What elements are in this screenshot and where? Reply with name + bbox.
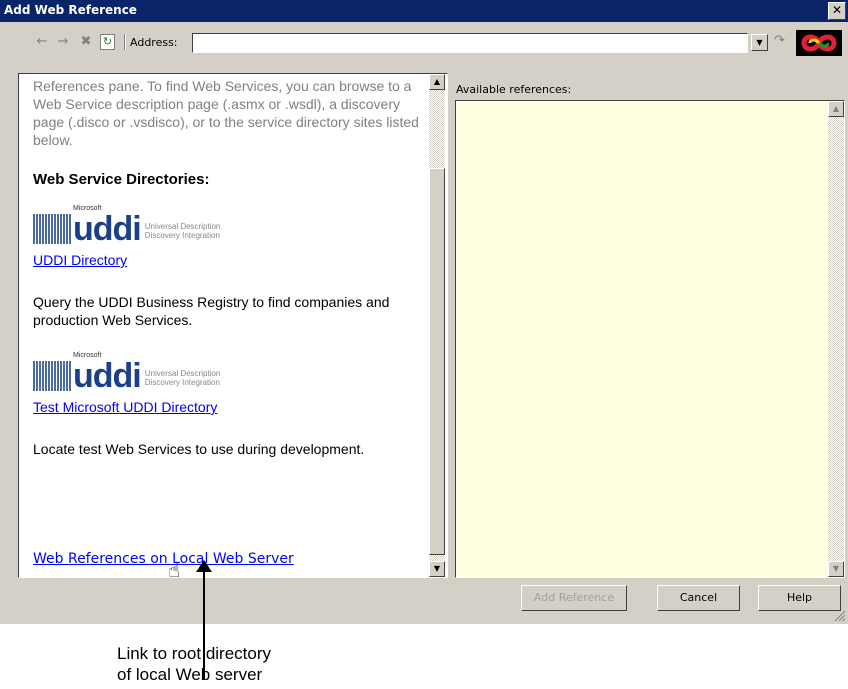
uddi-bars-icon bbox=[33, 214, 71, 244]
left-scrollbar[interactable]: ▲ ▼ bbox=[429, 74, 445, 577]
uddi-word: uddi bbox=[73, 357, 142, 395]
browser-pane[interactable]: References pane. To find Web Services, y… bbox=[18, 73, 448, 578]
chevron-down-icon[interactable]: ▼ bbox=[751, 34, 768, 51]
uddi-bars-icon bbox=[33, 361, 71, 391]
back-arrow-icon[interactable]: ← bbox=[34, 34, 50, 50]
title-bar: Add Web Reference ✕ bbox=[0, 0, 848, 22]
uddi-logo: Microsoft uddi Universal Description Dis… bbox=[33, 349, 425, 393]
close-icon[interactable]: ✕ bbox=[828, 2, 846, 20]
toolbar: ← → ✖ ↻ Address: ▼ ↷ bbox=[0, 22, 848, 68]
add-reference-button[interactable]: Add Reference bbox=[521, 585, 627, 611]
available-references-label: Available references: bbox=[456, 83, 572, 96]
uddi-directory-description: Query the UDDI Business Registry to find… bbox=[33, 294, 390, 328]
refresh-icon[interactable]: ↻ bbox=[100, 34, 115, 50]
directories-heading: Web Service Directories: bbox=[33, 171, 210, 188]
callout-caption: Link to root directory of local Web serv… bbox=[117, 643, 271, 685]
forward-arrow-icon[interactable]: → bbox=[55, 34, 71, 50]
scroll-thumb[interactable] bbox=[429, 168, 445, 555]
address-label: Address: bbox=[130, 36, 178, 49]
infinity-logo-icon bbox=[801, 34, 837, 52]
caption-line-1: Link to root directory bbox=[117, 644, 272, 663]
uddi-brand: Microsoft bbox=[73, 205, 102, 212]
test-uddi-directory-description: Locate test Web Services to use during d… bbox=[33, 441, 365, 457]
logo bbox=[796, 30, 842, 56]
browser-content: References pane. To find Web Services, y… bbox=[33, 77, 425, 458]
available-references-pane[interactable]: ▲ ▼ bbox=[455, 100, 845, 578]
go-icon[interactable]: ↷ bbox=[774, 33, 785, 48]
local-web-server-link[interactable]: Web References on Local Web Server bbox=[33, 551, 294, 567]
uddi-word: uddi bbox=[73, 210, 142, 248]
toolbar-separator bbox=[124, 34, 126, 50]
uddi-directory-link[interactable]: UDDI Directory bbox=[33, 252, 425, 268]
address-field[interactable] bbox=[192, 33, 748, 53]
resize-grip-icon[interactable] bbox=[834, 610, 846, 622]
caption-line-2: of local Web server bbox=[117, 665, 263, 684]
help-button[interactable]: Help bbox=[758, 585, 841, 611]
hand-cursor-icon: ☝ bbox=[168, 558, 181, 582]
scroll-up-icon[interactable]: ▲ bbox=[828, 101, 844, 117]
test-uddi-directory-link[interactable]: Test Microsoft UDDI Directory bbox=[33, 399, 425, 415]
stop-icon[interactable]: ✖ bbox=[78, 34, 94, 50]
address-input[interactable] bbox=[193, 34, 727, 52]
scroll-down-icon[interactable]: ▼ bbox=[828, 561, 844, 577]
scroll-down-icon[interactable]: ▼ bbox=[429, 561, 445, 577]
right-scrollbar[interactable]: ▲ ▼ bbox=[828, 101, 844, 577]
add-web-reference-dialog: Add Web Reference ✕ ← → ✖ ↻ Address: ▼ ↷… bbox=[0, 0, 848, 624]
window-title: Add Web Reference bbox=[4, 3, 137, 17]
cancel-button[interactable]: Cancel bbox=[657, 585, 740, 611]
uddi-brand: Microsoft bbox=[73, 352, 102, 359]
scroll-up-icon[interactable]: ▲ bbox=[429, 74, 445, 90]
uddi-tagline: Universal Description Discovery Integrat… bbox=[144, 369, 221, 387]
uddi-logo: Microsoft uddi Universal Description Dis… bbox=[33, 202, 425, 246]
uddi-tagline: Universal Description Discovery Integrat… bbox=[144, 222, 221, 240]
intro-text: References pane. To find Web Services, y… bbox=[33, 78, 419, 148]
